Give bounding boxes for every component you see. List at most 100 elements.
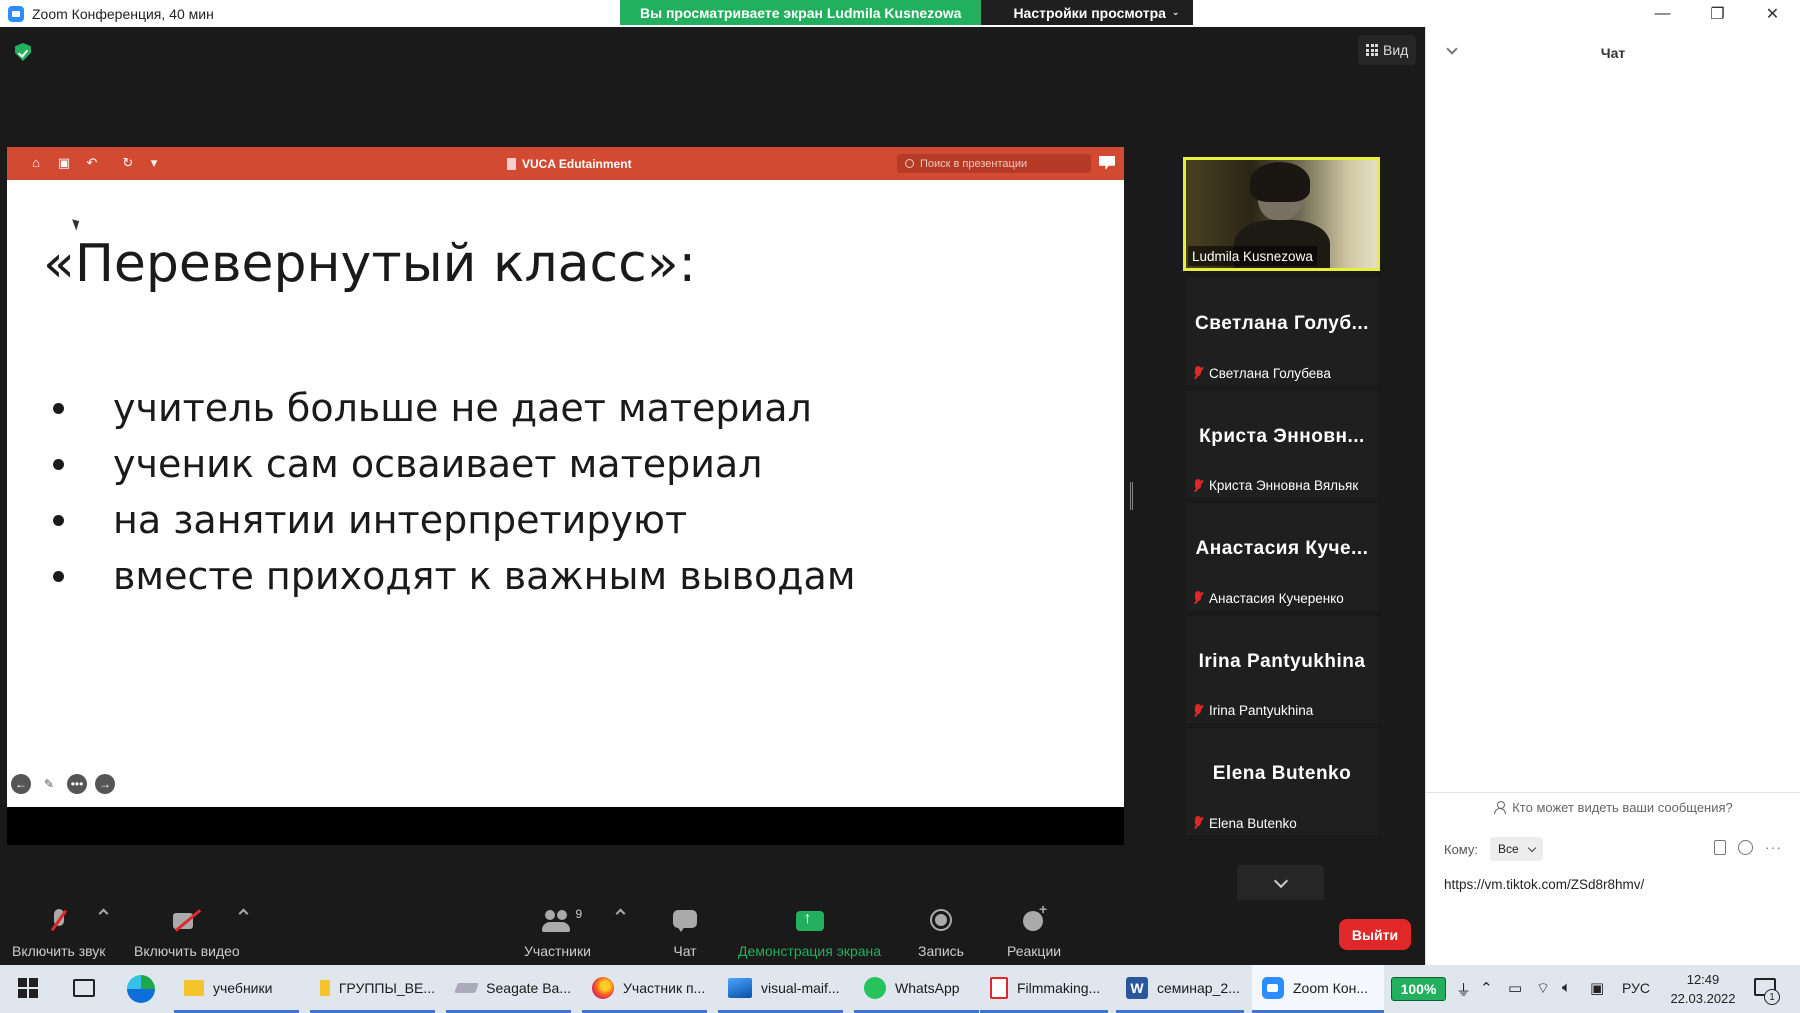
title-bar: Zoom Конференция, 40 мин Вы просматривае… [0,0,1800,27]
chat-button[interactable]: Чат [670,900,700,965]
participant-name-label: Светлана Голубева [1189,363,1335,383]
meeting-toolbar: Включить звук Включить видео 9 Участники… [0,900,1425,965]
taskbar-item-label: Filmmaking... [1017,979,1101,996]
taskbar-item-label: Zoom Кон... [1293,979,1369,996]
mic-off-icon [1193,366,1203,380]
participants-options-caret-icon[interactable] [615,908,626,919]
participant-display-name: Анастасия Куче... [1195,538,1369,559]
taskbar-item[interactable]: visual-maif... [718,965,843,1013]
clock-date: 22.03.2022 [1670,991,1736,1006]
presentation-search[interactable]: Поиск в презентации [897,154,1091,173]
presentation-title: VUCA Edutainment [507,147,632,180]
taskbar-item[interactable]: учебники [174,965,299,1013]
next-slide-icon[interactable]: → [95,774,115,794]
zoom-logo-icon [8,5,24,22]
leave-button[interactable]: Выйти [1339,919,1411,950]
view-options-button[interactable]: Настройки просмотра ⌄ [981,0,1194,25]
file-icon[interactable] [1714,840,1726,855]
display-icon[interactable]: ▣ [1590,979,1604,997]
share-banner: Вы просматриваете экран Ludmila Kusnezow… [620,0,1194,25]
redo-icon[interactable]: ↻ [121,156,135,170]
more-icon[interactable]: ··· [1765,840,1782,855]
recipient-select[interactable]: Все [1490,837,1543,861]
save-icon[interactable]: ▣ [57,156,71,170]
share-screen-button[interactable]: Демонстрация экрана [738,900,881,965]
start-video-button[interactable]: Включить видео [134,900,240,965]
taskbar-item[interactable]: WhatsApp [854,965,979,1013]
participant-name: Анастасия Кучеренко [1209,590,1344,606]
participant-name-label: Irina Pantyukhina [1189,701,1317,721]
taskbar-item[interactable]: W семинар_2... [1116,965,1244,1013]
video-tile-active-speaker[interactable]: Ludmila Kusnezowa [1183,157,1380,271]
restore-button[interactable]: ❐ [1690,0,1745,27]
taskbar-item-label: visual-maif... [761,979,840,996]
grid-icon [1366,44,1378,56]
record-button[interactable]: Запись [918,900,964,965]
shield-icon[interactable] [15,43,31,61]
webcam-person-hair [1250,162,1310,202]
view-button[interactable]: Вид [1358,35,1417,65]
reactions-label: Реакции [1007,943,1062,959]
system-clock[interactable]: 12:49 22.03.2022 [1666,970,1740,1008]
taskbar-item[interactable]: ГРУППЫ_ВЕ... [310,965,435,1013]
pdf-icon [990,976,1008,999]
wifi-icon[interactable]: ⌔ [1536,979,1550,998]
unmute-button[interactable]: Включить звук [12,900,105,965]
chat-visibility-link[interactable]: Кто может видеть ваши сообщения? [1426,792,1800,822]
edge-browser-icon[interactable] [127,975,155,1003]
share-icon[interactable] [1099,156,1115,170]
more-options-icon[interactable]: ••• [67,774,87,794]
customize-toolbar-icon[interactable]: ▾ [147,156,161,170]
undo-icon[interactable]: ↶ [85,156,99,170]
windows-start-icon[interactable] [18,978,38,998]
participants-icon: 9 [542,907,582,935]
resize-handle[interactable] [1130,482,1133,510]
emoji-icon[interactable] [1738,840,1753,855]
mic-off-icon [1193,816,1203,830]
slide: «Перевернутый класс»: учитель больше не … [7,180,1124,807]
taskbar-item-label: Seagate Ba... [486,979,571,996]
video-tile[interactable]: Криста Энновн... Криста Энновна Вяльяк [1186,390,1378,498]
power-plug-icon[interactable]: ⏚ [1456,979,1471,1000]
video-tile[interactable]: Elena Butenko Elena Butenko [1186,728,1378,835]
participants-button[interactable]: 9 Участники [524,900,591,965]
mouse-cursor-icon [72,217,82,231]
video-tile[interactable]: Irina Pantyukhina Irina Pantyukhina [1186,615,1378,723]
battery-indicator[interactable]: 100% [1391,977,1446,1001]
reactions-button[interactable]: Реакции [1007,900,1061,965]
pen-icon[interactable]: ✎ [39,774,59,794]
participant-display-name: Криста Энновн... [1199,425,1365,447]
chat-icon [670,907,700,935]
video-off-icon [172,907,202,935]
volume-icon[interactable]: 🔈︎ [1562,979,1571,996]
task-view-icon[interactable] [73,979,95,997]
unmute-label: Включить звук [12,943,106,959]
share-banner-text: Вы просматриваете экран Ludmila Kusnezow… [620,0,982,25]
meet-now-icon[interactable]: ▭ [1508,979,1522,997]
word-icon: W [1126,976,1148,999]
share-screen-label: Демонстрация экрана [738,943,882,959]
zoom-icon [1262,976,1284,999]
taskbar-item[interactable]: Участник п... [582,965,707,1013]
person-icon [1494,801,1507,814]
taskbar-item[interactable]: Seagate Ba... [446,965,571,1013]
taskbar-item-active[interactable]: Zoom Кон... [1252,965,1384,1013]
taskbar-item[interactable]: Filmmaking... [980,965,1108,1013]
chat-tools: ··· [1714,840,1782,855]
home-icon[interactable]: ⌂ [29,156,43,170]
view-options-label: Настройки просмотра [1013,4,1166,21]
chat-input[interactable] [1444,872,1784,896]
minimize-button[interactable]: — [1635,0,1690,27]
mic-off-icon [1193,478,1203,493]
search-icon [905,159,914,168]
previous-slide-icon[interactable]: ← [11,774,31,794]
video-tile[interactable]: Анастасия Куче... Анастасия Кучеренко [1186,503,1378,610]
video-options-caret-icon[interactable] [238,908,249,919]
slide-title: «Перевернутый класс»: [43,234,697,294]
close-button[interactable]: ✕ [1745,0,1800,27]
gallery-scroll-down-button[interactable] [1237,865,1324,903]
language-indicator[interactable]: РУС [1622,980,1650,996]
participant-name: Криста Энновна Вяльяк [1209,478,1359,493]
video-tile[interactable]: Светлана Голуб... Светлана Голубева [1186,278,1378,385]
show-hidden-icons-icon[interactable]: ⌃ [1480,979,1493,997]
